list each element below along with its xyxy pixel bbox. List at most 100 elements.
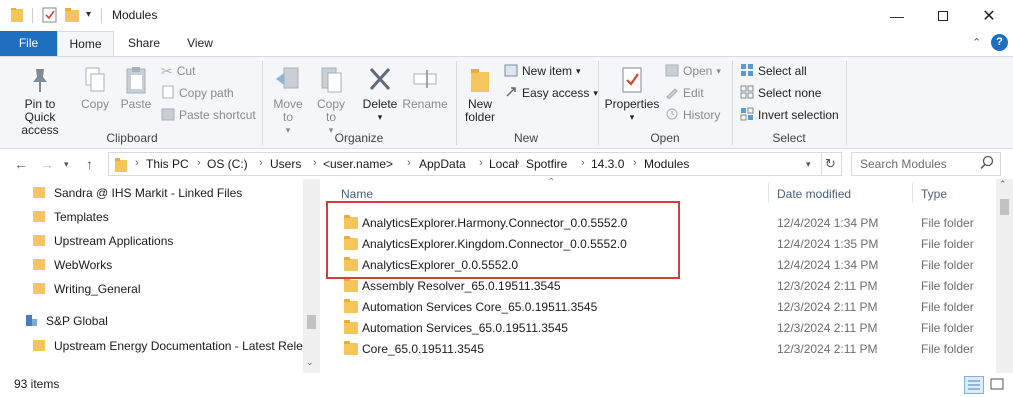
back-arrow-icon[interactable]: ← xyxy=(14,156,28,172)
edit-icon xyxy=(665,85,679,102)
edit-label: Edit xyxy=(683,86,704,100)
table-row[interactable]: Core_65.0.19511.3545 12/3/2024 2:11 PM F… xyxy=(340,339,1000,360)
new-folder-icon[interactable] xyxy=(64,7,80,26)
breadcrumb-separator-icon[interactable]: › xyxy=(516,157,520,169)
cut-label: Cut xyxy=(176,64,196,78)
breadcrumb-separator-icon[interactable]: › xyxy=(633,157,637,169)
ribbon: Pin to Quick access Copy Paste ✂ Cut Cop… xyxy=(0,56,1013,149)
refresh-icon[interactable]: ↻ xyxy=(825,156,836,172)
divider xyxy=(101,8,102,23)
pin-to-quick-access-button[interactable]: Pin to Quick access xyxy=(4,65,76,137)
breadcrumb-separator-icon[interactable]: › xyxy=(479,157,483,169)
window-title: Modules xyxy=(112,8,158,22)
search-input[interactable]: Search Modules xyxy=(860,157,947,171)
file-name: Core_65.0.19511.3545 xyxy=(362,342,484,356)
search-box[interactable]: Search Modules xyxy=(851,152,1001,176)
easy-access-button[interactable]: Easy access ▾ xyxy=(504,83,598,103)
select-none-button[interactable]: Select none xyxy=(740,83,821,103)
folder-icon xyxy=(344,320,358,334)
close-button[interactable]: ✕ xyxy=(966,0,1012,31)
highlight-box xyxy=(326,201,680,279)
minimize-button[interactable]: — xyxy=(874,0,920,31)
details-view-icon[interactable] xyxy=(964,376,984,394)
breadcrumb-modules[interactable]: Modules xyxy=(644,157,689,171)
tab-file[interactable]: File xyxy=(0,31,57,56)
new-item-button[interactable]: New item ▾ xyxy=(504,61,581,81)
breadcrumb-separator-icon[interactable]: › xyxy=(135,157,139,169)
table-row[interactable]: Automation Services Core_65.0.19511.3545… xyxy=(340,297,1000,318)
breadcrumb-separator-icon[interactable]: › xyxy=(581,157,585,169)
file-date: 12/4/2024 1:34 PM xyxy=(777,258,879,272)
nav-item[interactable]: Upstream Applications xyxy=(32,230,173,252)
copy-button[interactable]: Copy xyxy=(76,65,114,111)
nav-item[interactable]: Sandra @ IHS Markit - Linked Files xyxy=(32,182,242,204)
copy-path-button[interactable]: Copy path xyxy=(161,83,234,103)
breadcrumb-appdata[interactable]: AppData xyxy=(419,157,466,171)
breadcrumb-separator-icon[interactable]: › xyxy=(259,157,263,169)
breadcrumb-spotfire[interactable]: Spotfire xyxy=(526,157,567,171)
rename-button[interactable]: Rename xyxy=(402,65,448,111)
address-bar[interactable]: › This PC › OS (C:) › Users › <user.name… xyxy=(108,152,842,176)
forward-arrow-icon[interactable]: → xyxy=(40,156,54,172)
scrollbar-thumb[interactable] xyxy=(1000,199,1009,215)
paste-button[interactable]: Paste xyxy=(116,65,156,111)
maximize-button[interactable] xyxy=(920,0,966,31)
move-to-button[interactable]: Move to ▾ xyxy=(268,65,308,137)
nav-item[interactable]: Writing_General xyxy=(32,278,140,300)
navpane-scrollbar[interactable]: ⌄ xyxy=(303,179,320,373)
open-button[interactable]: Open ▾ xyxy=(665,61,721,81)
breadcrumb-user-name[interactable]: <user.name> xyxy=(323,157,393,171)
breadcrumb-separator-icon[interactable]: › xyxy=(313,157,317,169)
breadcrumb-local[interactable]: Local xyxy=(489,157,518,171)
breadcrumb-this-pc[interactable]: This PC xyxy=(146,157,189,171)
tab-share[interactable]: Share xyxy=(118,31,170,56)
rename-label: Rename xyxy=(402,97,448,111)
divider[interactable] xyxy=(768,183,769,203)
recent-locations-icon[interactable]: ▾ xyxy=(64,159,69,170)
nav-item-sp-global[interactable]: S&P Global xyxy=(24,310,108,332)
divider[interactable] xyxy=(912,183,913,203)
copy-to-button[interactable]: Copy to ▾ xyxy=(312,65,350,137)
customize-quick-access-icon[interactable]: ▾ xyxy=(86,9,91,20)
copy-path-label: Copy path xyxy=(179,86,234,100)
properties-icon[interactable] xyxy=(42,7,58,26)
breadcrumb-os-c[interactable]: OS (C:) xyxy=(207,157,248,171)
file-date: 12/4/2024 1:34 PM xyxy=(777,216,879,230)
properties-button[interactable]: Properties ▾ xyxy=(604,65,660,124)
cut-button[interactable]: ✂ Cut xyxy=(161,61,195,81)
nav-item[interactable]: WebWorks xyxy=(32,254,112,276)
tab-home[interactable]: Home xyxy=(57,31,114,56)
edit-button[interactable]: Edit xyxy=(665,83,704,103)
help-icon[interactable]: ? xyxy=(991,34,1008,51)
search-icon[interactable] xyxy=(979,155,995,174)
up-arrow-icon[interactable]: ↑ xyxy=(86,156,93,172)
breadcrumb-users[interactable]: Users xyxy=(270,157,301,171)
new-folder-button[interactable]: New folder xyxy=(460,65,500,124)
column-header-name[interactable]: Name xyxy=(341,187,373,201)
table-row[interactable]: Automation Services_65.0.19511.3545 12/3… xyxy=(340,318,1000,339)
column-header-date[interactable]: Date modified xyxy=(777,187,851,201)
organize-group-label: Organize xyxy=(334,131,384,145)
select-all-button[interactable]: Select all xyxy=(740,61,807,81)
breadcrumb-separator-icon[interactable]: › xyxy=(197,157,201,169)
column-header-type[interactable]: Type xyxy=(921,187,947,201)
chevron-up-icon[interactable]: ⌃ xyxy=(999,179,1007,190)
breadcrumb-separator-icon[interactable]: › xyxy=(407,157,411,169)
nav-item[interactable]: Upstream Energy Documentation - Latest R… xyxy=(32,335,309,357)
collapse-ribbon-icon[interactable]: ⌃ xyxy=(972,36,981,49)
history-button[interactable]: History xyxy=(665,105,720,125)
large-icons-view-icon[interactable] xyxy=(988,376,1008,394)
invert-selection-button[interactable]: Invert selection xyxy=(740,105,839,125)
breadcrumb-version[interactable]: 14.3.0 xyxy=(591,157,624,171)
delete-button[interactable]: Delete ▾ xyxy=(360,65,400,124)
scrollbar-thumb[interactable] xyxy=(307,315,316,329)
nav-item[interactable]: Templates xyxy=(32,206,109,228)
table-row[interactable]: Assembly Resolver_65.0.19511.3545 12/3/2… xyxy=(340,276,1000,297)
copy-to-icon xyxy=(312,65,350,98)
tab-view[interactable]: View xyxy=(176,31,224,56)
address-dropdown-icon[interactable]: ▾ xyxy=(806,159,811,170)
filelist-scrollbar[interactable]: ⌃ xyxy=(996,179,1013,373)
paste-shortcut-button[interactable]: Paste shortcut xyxy=(161,105,256,125)
chevron-down-icon[interactable]: ⌄ xyxy=(306,357,314,368)
select-none-icon xyxy=(740,85,754,102)
